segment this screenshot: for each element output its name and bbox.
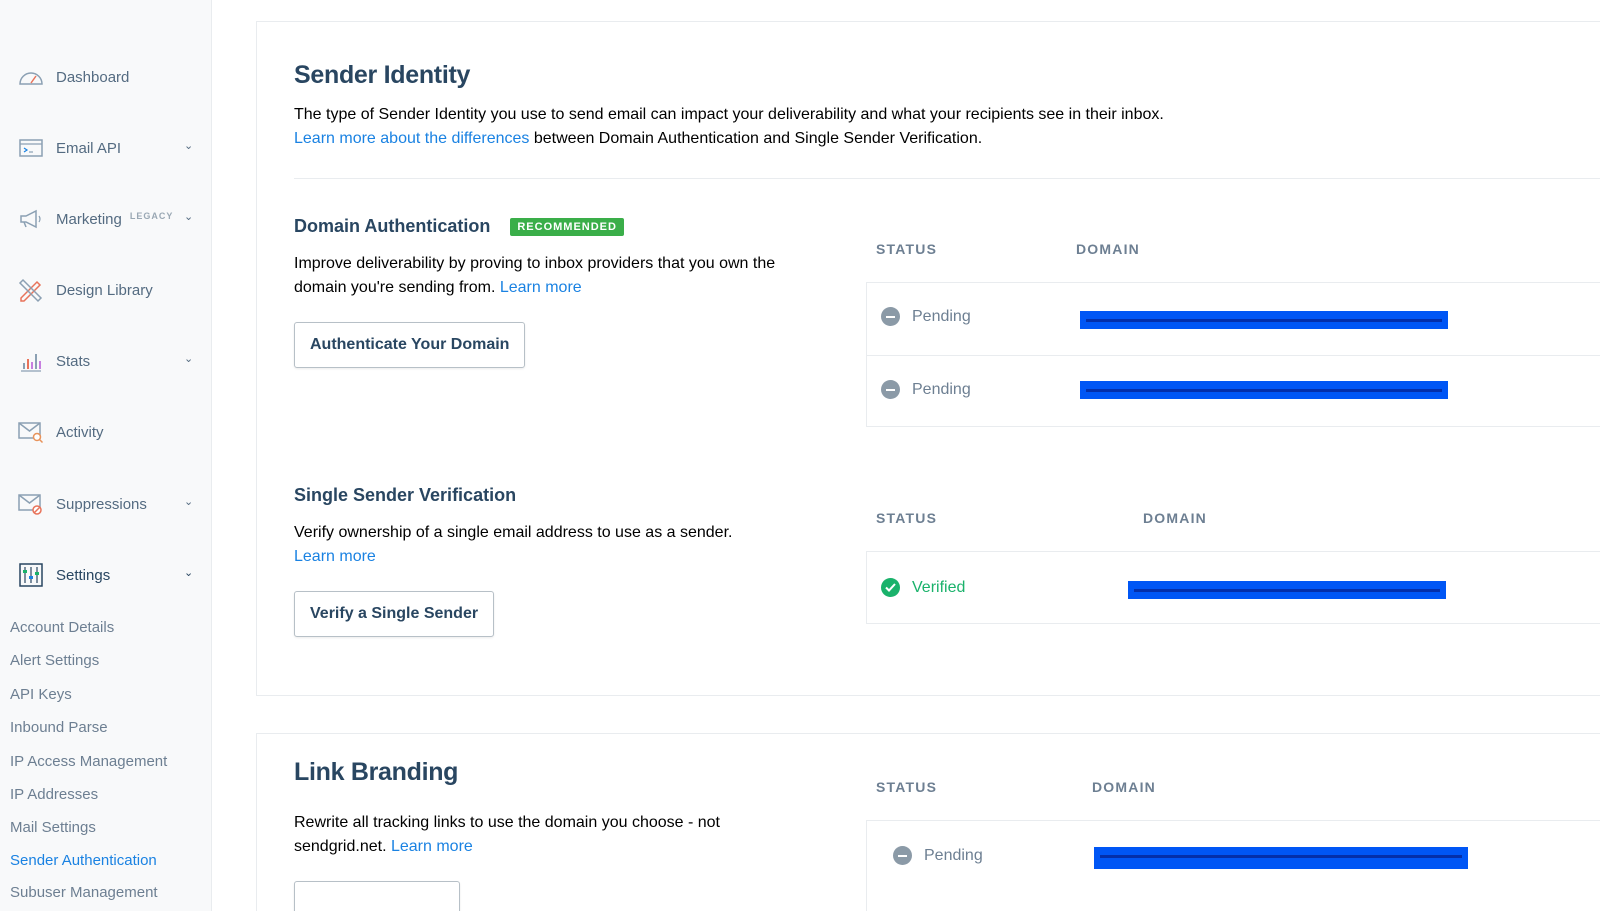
redacted-email	[1128, 581, 1446, 599]
sender-identity-description-text: The type of Sender Identity you use to s…	[294, 106, 1164, 123]
subnav-inbound-parse[interactable]: Inbound Parse	[10, 719, 108, 736]
status-pending: Pending	[881, 380, 971, 399]
sidebar-item-label: Email API	[56, 139, 122, 157]
subnav-mail-settings[interactable]: Mail Settings	[10, 819, 96, 836]
status-pending: Pending	[893, 846, 983, 865]
subnav-api-keys[interactable]: API Keys	[10, 686, 72, 703]
chevron-down-icon[interactable]: ⌄	[184, 139, 194, 152]
sender-identity-description: The type of Sender Identity you use to s…	[294, 103, 1164, 151]
sidebar: Dashboard Email API ⌄ Marketing LEGACY ⌄…	[0, 0, 212, 911]
chevron-down-icon[interactable]: ⌄	[184, 495, 194, 508]
table-row[interactable]: Pending	[867, 283, 1600, 355]
sidebar-item-label: Settings	[56, 566, 111, 584]
email-api-terminal-icon	[18, 135, 44, 161]
subnav-ip-access-management[interactable]: IP Access Management	[10, 753, 167, 770]
page-title: Sender Identity	[294, 61, 471, 89]
table-row[interactable]: Pending	[867, 355, 1600, 427]
link-branding-col-status: STATUS	[876, 779, 938, 795]
sidebar-item-label: Stats	[56, 352, 91, 370]
sidebar-item-label: Dashboard	[56, 68, 130, 86]
redacted-domain	[1080, 381, 1448, 399]
sidebar-item-activity[interactable]: Activity	[18, 417, 204, 447]
link-branding-description: Rewrite all tracking links to use the do…	[294, 811, 764, 859]
domain-auth-table: Pending Pending	[866, 282, 1600, 427]
learn-more-suffix: between Domain Authentication and Single…	[529, 130, 983, 147]
domain-auth-title-text: Domain Authentication	[294, 216, 491, 236]
status-label: Pending	[924, 846, 983, 864]
link-branding-description-text: Rewrite all tracking links to use the do…	[294, 814, 720, 855]
subnav-ip-addresses[interactable]: IP Addresses	[10, 786, 98, 803]
status-verified: Verified	[881, 578, 965, 597]
legacy-tag: LEGACY	[129, 211, 174, 221]
megaphone-icon	[18, 206, 44, 232]
domain-auth-col-domain: DOMAIN	[1076, 241, 1140, 257]
domain-auth-learn-more-link[interactable]: Learn more	[500, 279, 582, 296]
chevron-down-icon[interactable]: ⌄	[184, 352, 194, 365]
sidebar-item-stats[interactable]: Stats ⌄	[18, 346, 204, 376]
subnav-account-details[interactable]: Account Details	[10, 619, 114, 636]
authenticate-domain-button[interactable]: Authenticate Your Domain	[294, 322, 526, 368]
check-circle-icon	[881, 578, 900, 597]
single-sender-description-text: Verify ownership of a single email addre…	[294, 524, 733, 541]
link-branding-card: Link Branding Rewrite all tracking links…	[256, 733, 1600, 911]
status-label: Verified	[912, 578, 966, 596]
status-label: Pending	[912, 380, 971, 398]
status-pending: Pending	[881, 307, 971, 326]
domain-auth-col-status: STATUS	[876, 241, 938, 257]
sidebar-item-label: Activity	[56, 423, 104, 441]
table-row[interactable]: Verified	[867, 552, 1600, 624]
redacted-domain	[1080, 311, 1448, 329]
single-sender-title: Single Sender Verification	[294, 485, 517, 505]
sidebar-item-design-library[interactable]: Design Library	[18, 275, 204, 305]
learn-more-differences-link[interactable]: Learn more about the differences	[294, 130, 529, 147]
pending-status-icon	[881, 380, 900, 399]
settings-sliders-icon	[18, 562, 44, 588]
single-sender-description: Verify ownership of a single email addre…	[294, 521, 784, 569]
domain-auth-description: Improve deliverability by proving to inb…	[294, 252, 784, 300]
single-sender-learn-more-link[interactable]: Learn more	[294, 548, 376, 565]
link-branding-button[interactable]	[294, 881, 460, 911]
dashboard-gauge-icon	[18, 64, 44, 90]
domain-auth-title: Domain Authentication RECOMMENDED	[294, 216, 624, 238]
single-sender-col-domain: DOMAIN	[1143, 510, 1207, 526]
sidebar-item-label: Marketing	[56, 210, 122, 228]
link-branding-learn-more-link[interactable]: Learn more	[391, 838, 473, 855]
sidebar-item-label: Design Library	[56, 281, 153, 299]
sidebar-item-email-api[interactable]: Email API ⌄	[18, 133, 204, 163]
stats-bar-icon	[18, 348, 44, 374]
chevron-down-icon[interactable]: ⌄	[184, 566, 194, 579]
section-divider	[294, 178, 1600, 179]
link-branding-title: Link Branding	[294, 758, 459, 786]
pending-status-icon	[893, 846, 912, 865]
pending-status-icon	[881, 307, 900, 326]
sidebar-item-label: Suppressions	[56, 495, 147, 513]
single-sender-col-status: STATUS	[876, 510, 938, 526]
sidebar-item-dashboard[interactable]: Dashboard	[18, 62, 204, 92]
recommended-badge: RECOMMENDED	[510, 218, 624, 236]
subnav-alert-settings[interactable]: Alert Settings	[10, 652, 99, 669]
sidebar-item-marketing[interactable]: Marketing LEGACY ⌄	[18, 204, 204, 234]
table-row[interactable]: Pending	[867, 821, 1600, 893]
design-pencil-ruler-icon	[18, 277, 44, 303]
suppressions-envelope-block-icon	[18, 491, 44, 517]
chevron-down-icon[interactable]: ⌄	[184, 210, 194, 223]
link-branding-col-domain: DOMAIN	[1092, 779, 1156, 795]
link-branding-table: Pending	[866, 820, 1600, 911]
status-label: Pending	[912, 307, 971, 325]
activity-envelope-search-icon	[18, 419, 44, 445]
redacted-domain	[1094, 847, 1468, 869]
single-sender-table: Verified	[866, 551, 1600, 624]
subnav-sender-authentication[interactable]: Sender Authentication	[10, 852, 157, 869]
verify-single-sender-button[interactable]: Verify a Single Sender	[294, 591, 495, 637]
subnav-subuser-management[interactable]: Subuser Management	[10, 884, 158, 901]
sidebar-item-settings[interactable]: Settings ⌄	[18, 560, 204, 590]
sidebar-item-suppressions[interactable]: Suppressions ⌄	[18, 489, 204, 519]
sender-identity-card: Sender Identity The type of Sender Ident…	[256, 21, 1600, 696]
